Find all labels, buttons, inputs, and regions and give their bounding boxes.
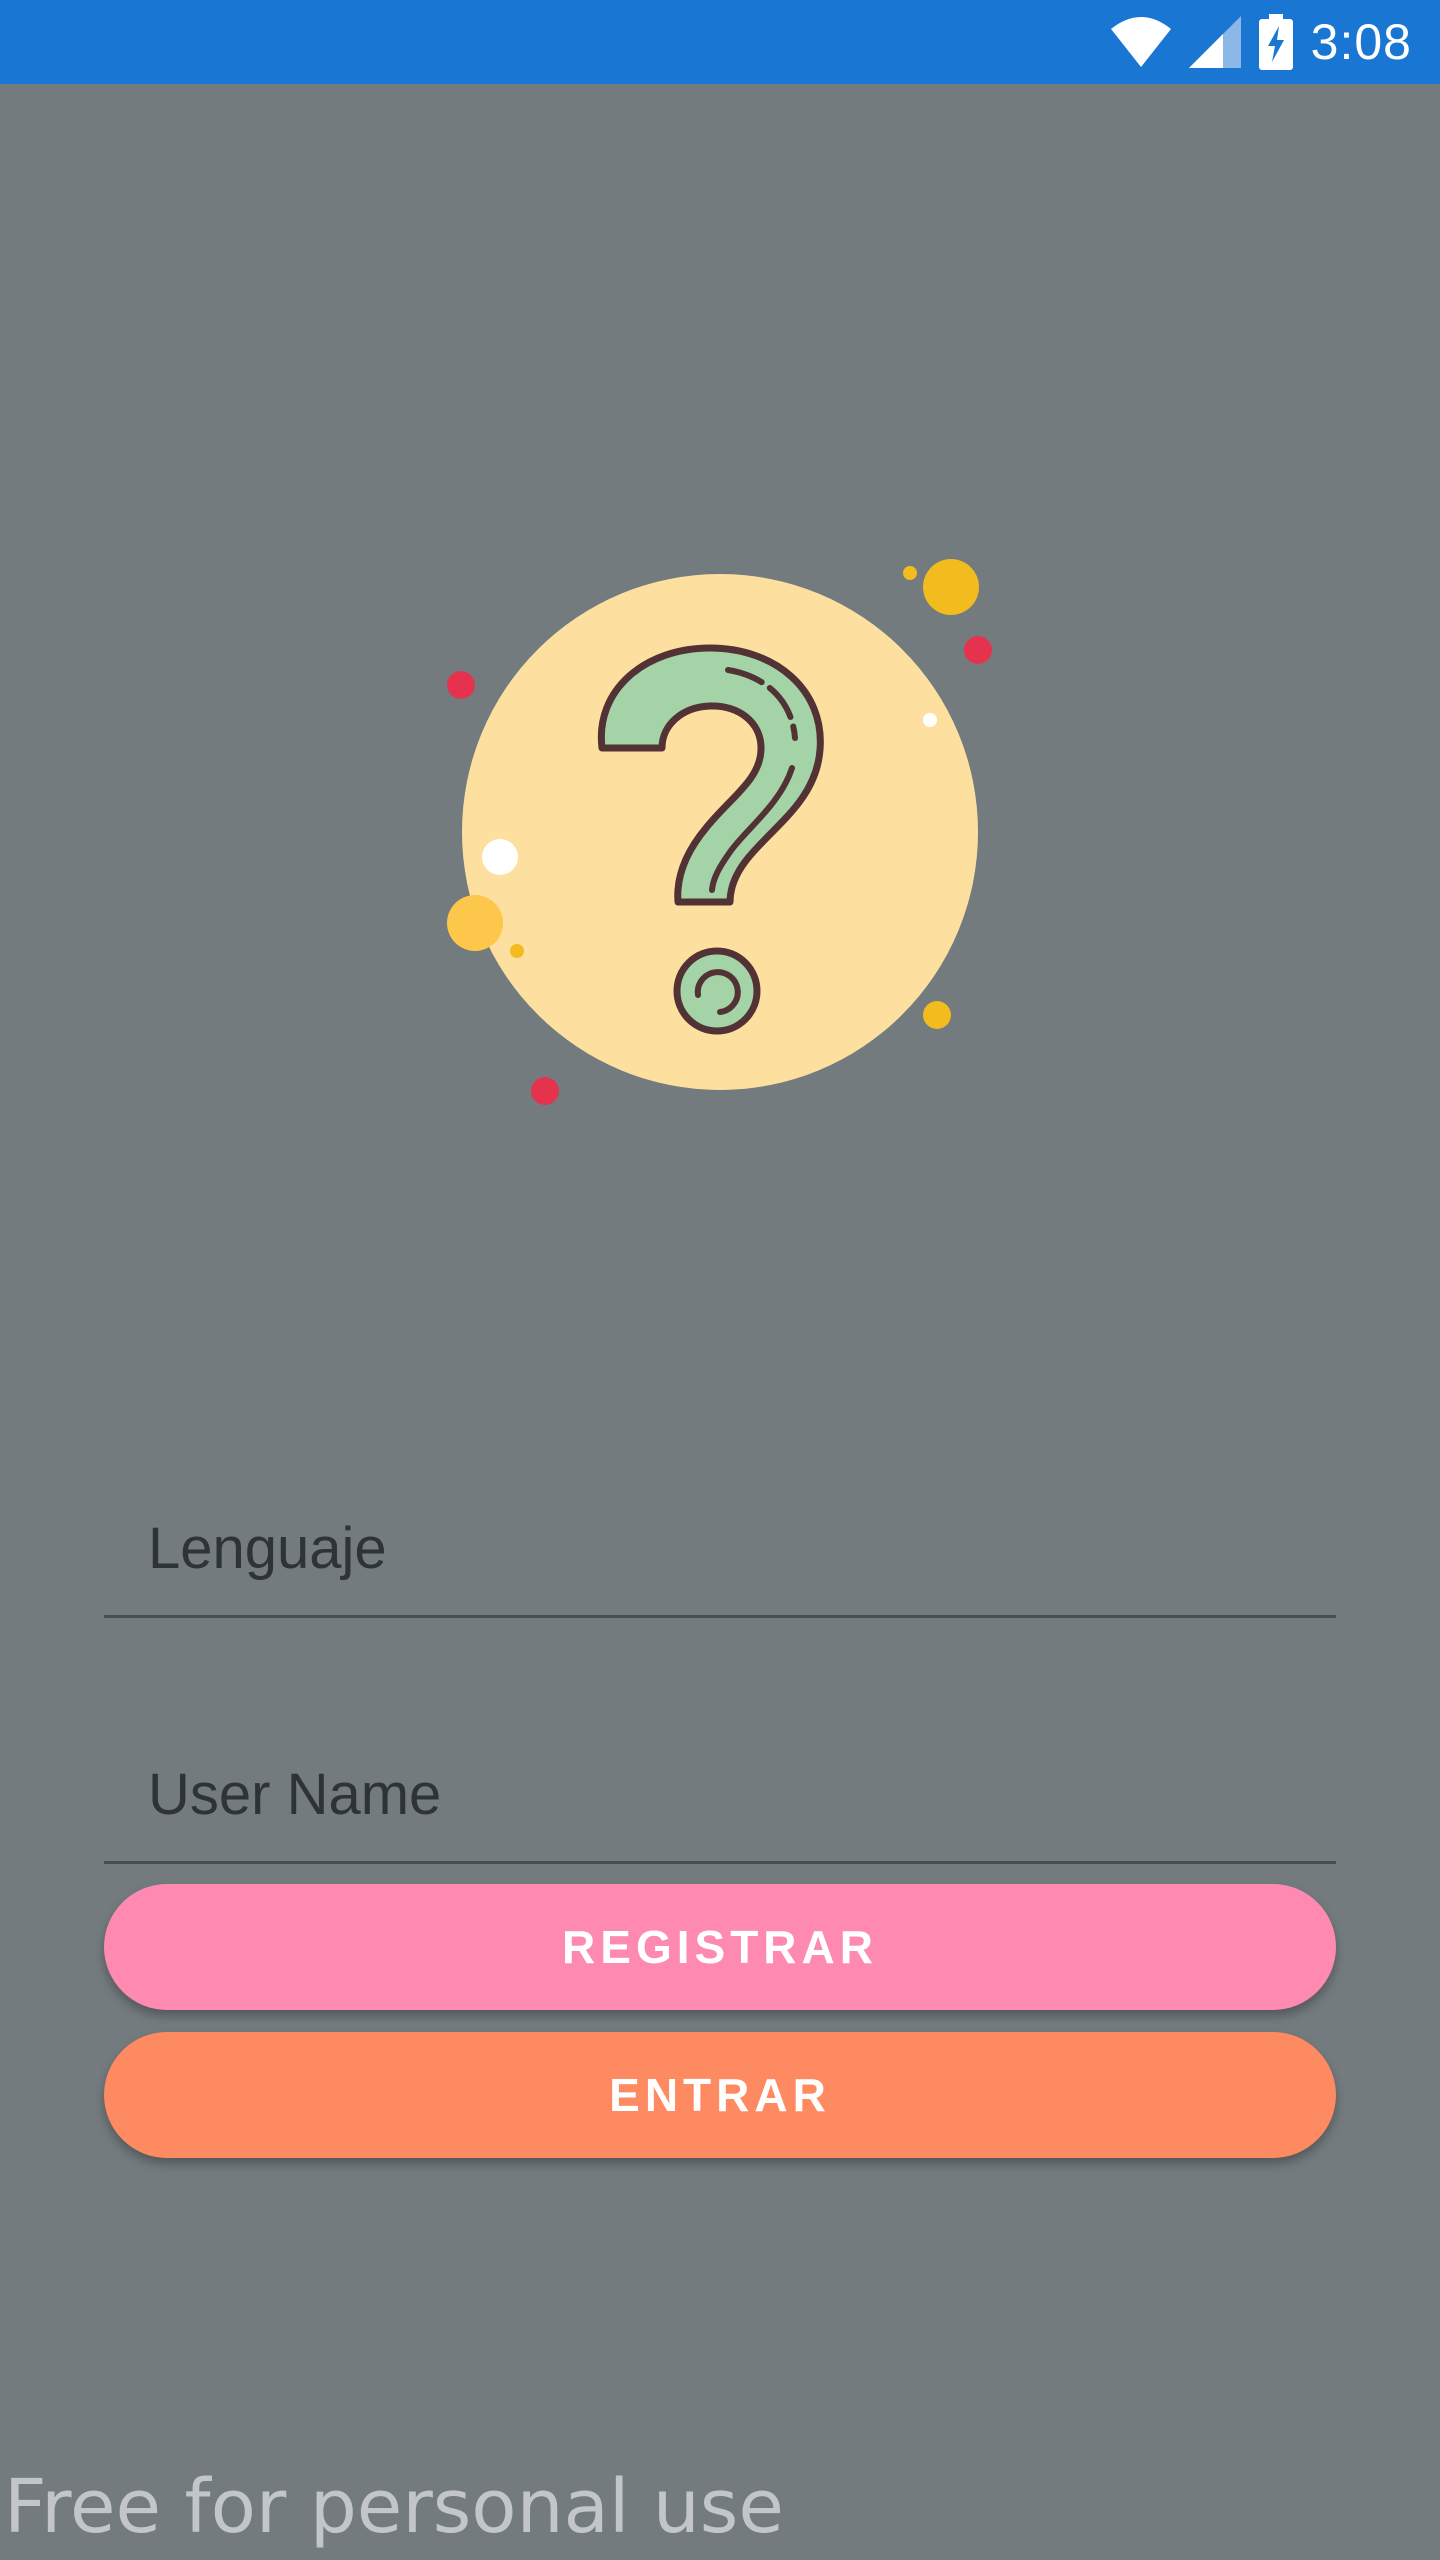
cell-signal-icon bbox=[1188, 16, 1241, 68]
language-input[interactable] bbox=[148, 1508, 1288, 1588]
status-icons: 3:08 bbox=[1110, 0, 1412, 84]
enter-button[interactable]: ENTRAR bbox=[104, 2032, 1336, 2158]
status-time: 3:08 bbox=[1310, 14, 1412, 70]
battery-charging-icon bbox=[1258, 14, 1293, 70]
watermark-text: Free for personal use bbox=[4, 2464, 784, 2550]
question-illustration bbox=[430, 540, 1010, 1120]
register-button[interactable]: REGISTRAR bbox=[104, 1884, 1336, 2010]
username-field[interactable] bbox=[104, 1714, 1336, 1864]
language-field[interactable] bbox=[104, 1468, 1336, 1618]
status-bar: 3:08 bbox=[0, 0, 1440, 84]
username-input[interactable] bbox=[148, 1754, 1288, 1834]
wifi-icon bbox=[1110, 17, 1171, 67]
question-mark-icon bbox=[447, 559, 992, 1105]
